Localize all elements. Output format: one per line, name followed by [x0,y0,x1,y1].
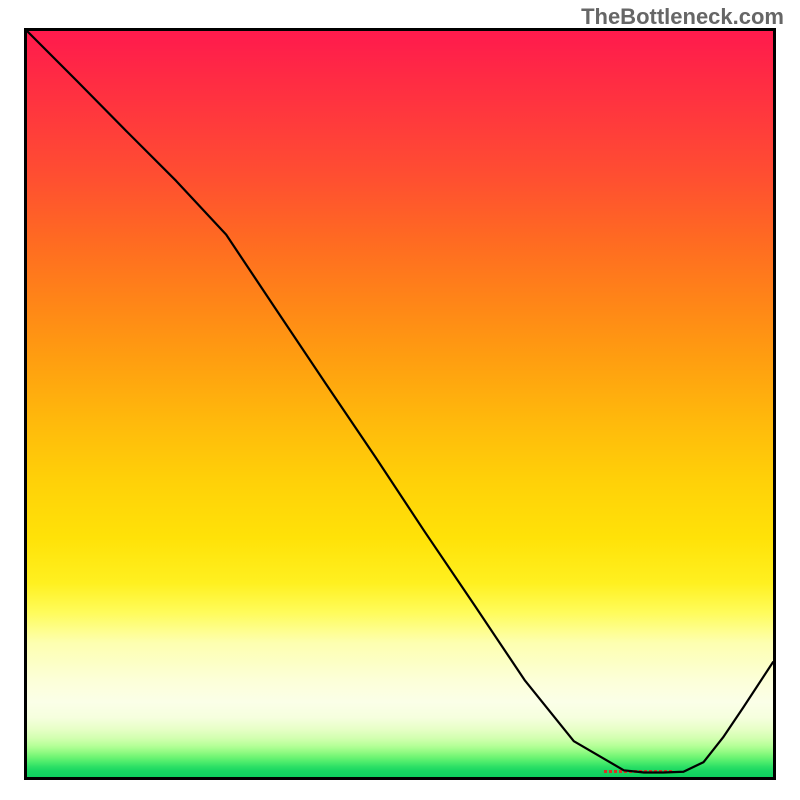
black-curve [27,31,773,777]
chart-container: TheBottleneck.com [0,0,800,800]
watermark-text: TheBottleneck.com [581,4,784,30]
plot-area [24,28,776,780]
curve-path [27,31,773,773]
